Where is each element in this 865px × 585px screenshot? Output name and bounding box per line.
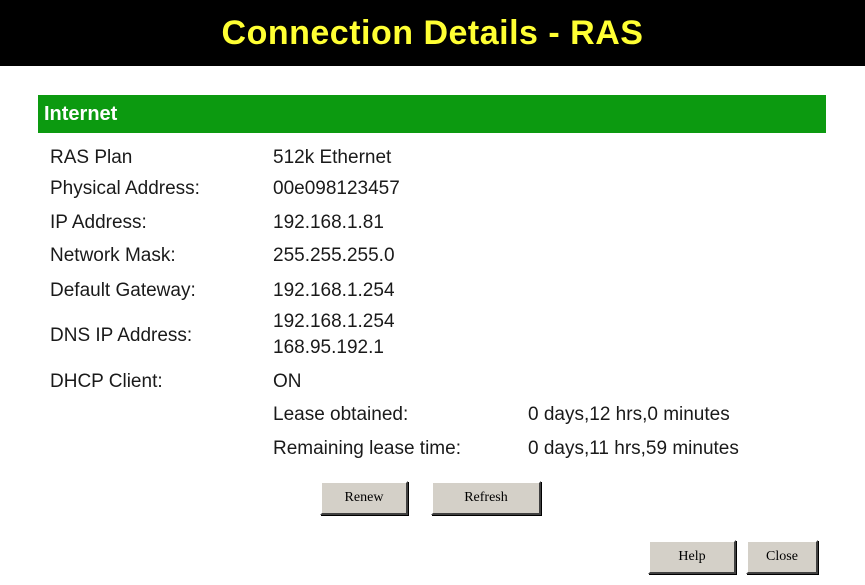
help-button[interactable]: Help: [648, 540, 736, 574]
lease-obtained-label: Lease obtained:: [273, 404, 409, 425]
dns-ip-address-label: DNS IP Address:: [50, 325, 193, 346]
ras-plan-value: 512k Ethernet: [273, 147, 392, 168]
physical-address-label: Physical Address:: [50, 178, 200, 199]
title-bar: Connection Details - RAS: [0, 0, 865, 66]
dns-primary-value: 192.168.1.254: [273, 311, 395, 332]
ras-plan-label: RAS Plan: [50, 147, 133, 168]
close-button[interactable]: Close: [746, 540, 818, 574]
physical-address-value: 00e098123457: [273, 178, 400, 199]
ip-address-value: 192.168.1.81: [273, 212, 384, 233]
dhcp-client-value: ON: [273, 371, 302, 392]
default-gateway-value: 192.168.1.254: [273, 280, 395, 301]
section-header-internet: Internet: [38, 95, 826, 133]
renew-button[interactable]: Renew: [320, 481, 408, 515]
dns-secondary-value: 168.95.192.1: [273, 337, 384, 358]
section-title: Internet: [44, 102, 118, 125]
network-mask-label: Network Mask:: [50, 245, 176, 266]
remaining-lease-time-label: Remaining lease time:: [273, 438, 461, 459]
default-gateway-label: Default Gateway:: [50, 280, 196, 301]
page-title: Connection Details - RAS: [221, 13, 644, 52]
remaining-lease-time-value: 0 days,11 hrs,59 minutes: [528, 438, 739, 459]
dhcp-client-label: DHCP Client:: [50, 371, 163, 392]
ip-address-label: IP Address:: [50, 212, 147, 233]
refresh-button[interactable]: Refresh: [431, 481, 541, 515]
network-mask-value: 255.255.255.0: [273, 245, 395, 266]
lease-obtained-value: 0 days,12 hrs,0 minutes: [528, 404, 730, 425]
